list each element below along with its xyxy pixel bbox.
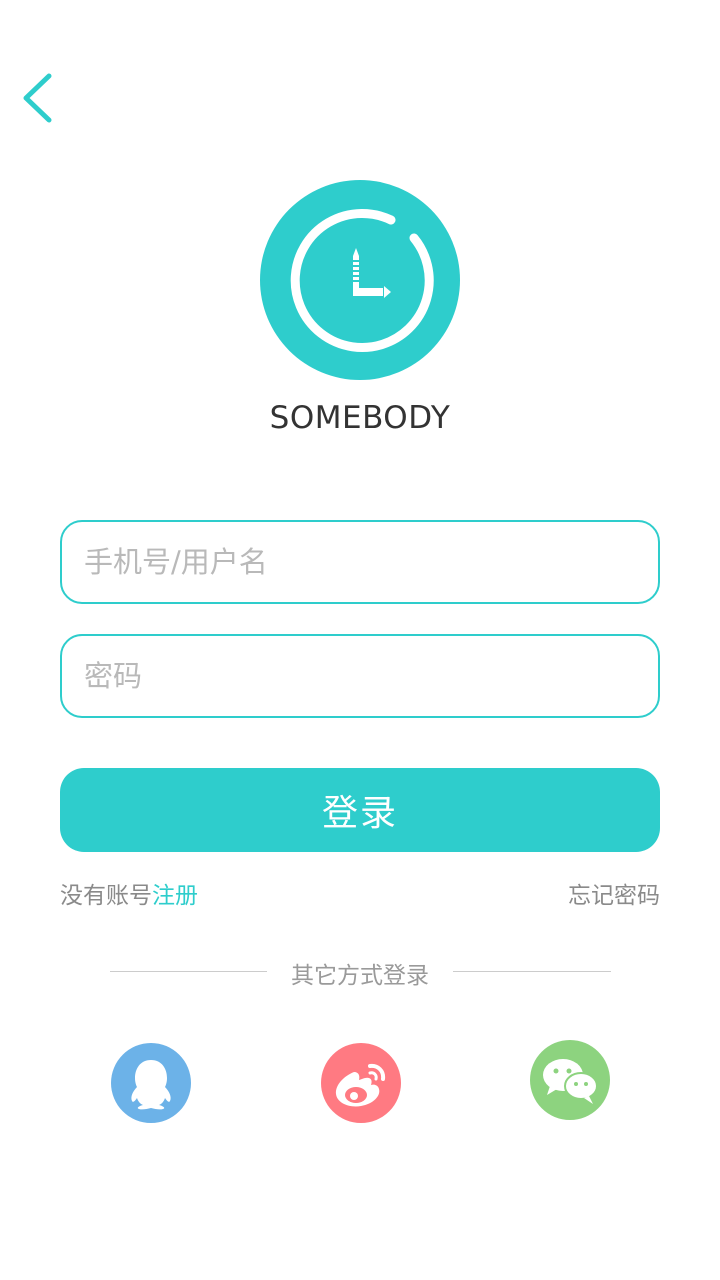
other-login-label: 其它方式登录 (291, 963, 429, 989)
divider-right (453, 971, 611, 972)
weibo-login-button[interactable] (321, 1043, 401, 1123)
qq-login-button[interactable] (111, 1043, 191, 1123)
back-button[interactable] (14, 66, 66, 130)
forgot-password-link[interactable]: 忘记密码 (568, 876, 660, 910)
register-link[interactable]: 注册 (152, 883, 198, 909)
app-logo (260, 180, 460, 380)
no-account-text: 没有账号 (60, 883, 152, 909)
app-name: SOMEBODY (269, 400, 451, 436)
wechat-icon (543, 1059, 598, 1104)
weibo-icon (335, 1063, 386, 1107)
chevron-left-icon (23, 73, 52, 123)
password-input[interactable] (60, 634, 660, 718)
username-input[interactable] (60, 520, 660, 604)
qq-icon (131, 1060, 171, 1110)
register-line: 没有账号注册 (60, 876, 198, 910)
wechat-login-button[interactable] (530, 1040, 610, 1120)
login-button[interactable]: 登录 (60, 768, 660, 852)
clock-logo-icon (260, 180, 460, 380)
